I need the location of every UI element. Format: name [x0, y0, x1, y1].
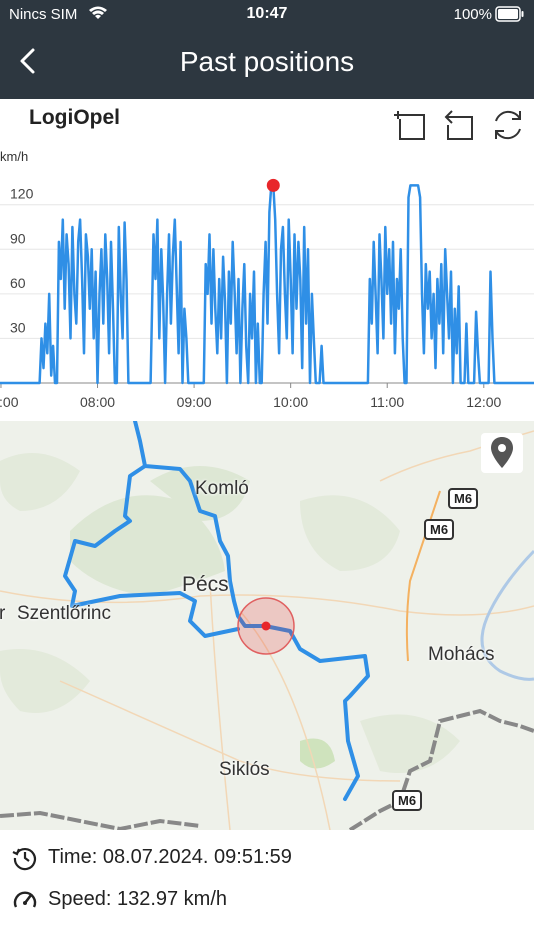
y-tick-label: 30 — [10, 319, 26, 335]
x-tick-label: 08:00 — [80, 394, 115, 410]
x-tick-label: 07:00 — [0, 394, 19, 410]
history-clock-icon — [12, 848, 36, 871]
y-tick-label: 60 — [10, 275, 26, 291]
speed-value: Speed: 132.97 km/h — [48, 888, 228, 910]
road-shield-m6: M6 — [424, 519, 455, 540]
x-tick-label: 12:00 — [466, 394, 501, 410]
locate-button[interactable] — [481, 433, 523, 473]
device-name: LogiOpel — [29, 106, 120, 129]
selected-point[interactable] — [266, 178, 280, 192]
x-tick-label: 10:00 — [273, 394, 308, 410]
zoom-back-icon[interactable] — [442, 107, 478, 143]
place-edge-label: r — [0, 603, 6, 624]
speed-chart-svg: km/h 30 60 90 120 07:00 08:00 09:00 10:00 11:00 1… — [0, 149, 534, 410]
app-header: Nincs SIM 10:47 100% Past positions — [0, 0, 534, 99]
time-value: Time: 08.07.2024. 09:51:59 — [48, 846, 292, 868]
map-pin-icon — [491, 437, 513, 468]
speedometer-icon — [13, 891, 37, 908]
status-bar: Nincs SIM 10:47 100% — [0, 0, 534, 28]
page-title: Past positions — [179, 46, 355, 77]
speed-series-line — [0, 184, 534, 385]
road-shield-m6: M6 — [448, 488, 479, 509]
place-pecs: Pécs — [182, 573, 229, 596]
reset-zoom-icon[interactable] — [490, 107, 526, 143]
y-tick-label: 90 — [10, 230, 26, 246]
zoom-select-icon[interactable] — [392, 107, 428, 143]
place-mohacs: Mohács — [428, 644, 495, 665]
position-dot — [261, 621, 271, 631]
map-view[interactable]: Komló Pécs Szentlőrinc r Mohács Siklós M… — [0, 421, 534, 830]
position-info: Time: 08.07.2024. 09:51:59 Speed: 132.97… — [0, 830, 534, 950]
place-siklos: Siklós — [219, 759, 270, 780]
y-tick-label: 120 — [10, 186, 34, 202]
x-tick-label: 11:00 — [370, 394, 404, 410]
chart-toolbar: LogiOpel — [0, 99, 534, 147]
place-komlo: Komló — [195, 478, 249, 499]
speed-chart[interactable]: km/h 30 60 90 120 07:00 08:00 09:00 10:00 11:00 1… — [0, 145, 534, 417]
road-shield-m6: M6 — [392, 790, 423, 811]
place-szentlorinc: Szentlőrinc — [17, 603, 111, 624]
nav-bar: Past positions — [0, 30, 534, 94]
x-tick-label: 09:00 — [177, 394, 212, 410]
battery-percent: 100% — [453, 6, 492, 23]
y-axis-label: km/h — [0, 149, 28, 164]
battery-icon — [495, 6, 524, 22]
